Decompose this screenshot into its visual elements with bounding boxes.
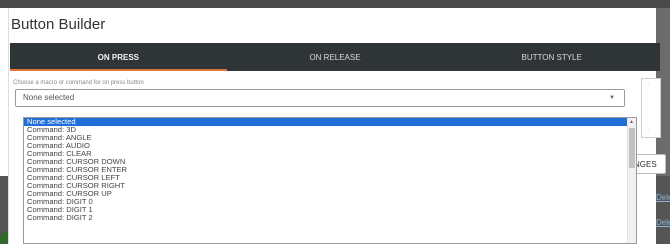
tab-on-release[interactable]: ON RELEASE — [227, 43, 444, 71]
resize-handle-icon: ·· — [644, 127, 652, 133]
background-header — [0, 0, 670, 8]
dropdown-option[interactable]: Command: AUDIO — [24, 142, 636, 150]
chevron-down-icon: ▼ — [609, 95, 615, 101]
resize-handle-icon: ·· — [644, 82, 652, 88]
dropdown-option[interactable]: Command: ANGLE — [24, 134, 636, 142]
save-changes-label: NGES — [634, 159, 657, 169]
command-dropdown-list[interactable]: None selected Command: 3D Command: ANGLE… — [23, 117, 637, 244]
dropdown-option[interactable]: Command: DIGIT 0 — [24, 198, 636, 206]
tab-bar: ON PRESS ON RELEASE BUTTON STYLE — [10, 43, 660, 71]
dropdown-option[interactable]: None selected — [24, 118, 636, 126]
dropdown-option[interactable]: Command: DIGIT 2 — [24, 214, 636, 222]
resize-box: ·· ·· — [641, 78, 661, 138]
option-list: None selected Command: 3D Command: ANGLE… — [24, 118, 636, 222]
background-delete-link[interactable]: Dele — [656, 218, 670, 227]
tab-button-style[interactable]: BUTTON STYLE — [443, 43, 660, 71]
select-value: None selected — [23, 93, 75, 102]
scroll-up-icon[interactable]: ▲ — [629, 119, 634, 125]
background-delete-link[interactable]: Dele — [656, 193, 670, 202]
dropdown-option[interactable]: Command: CURSOR RIGHT — [24, 182, 636, 190]
dropdown-option[interactable]: Command: CURSOR UP — [24, 190, 636, 198]
command-select-label: Choose a macro or command for on press b… — [13, 80, 144, 86]
dropdown-scrollbar[interactable]: ▲ — [627, 118, 636, 243]
dropdown-option[interactable]: Command: 3D — [24, 126, 636, 134]
modal-title: Button Builder — [11, 16, 106, 33]
command-select[interactable]: None selected ▼ — [15, 89, 625, 107]
tab-on-press[interactable]: ON PRESS — [10, 43, 227, 71]
dropdown-option[interactable]: Command: DIGIT 1 — [24, 206, 636, 214]
scrollbar-thumb[interactable] — [629, 128, 635, 168]
